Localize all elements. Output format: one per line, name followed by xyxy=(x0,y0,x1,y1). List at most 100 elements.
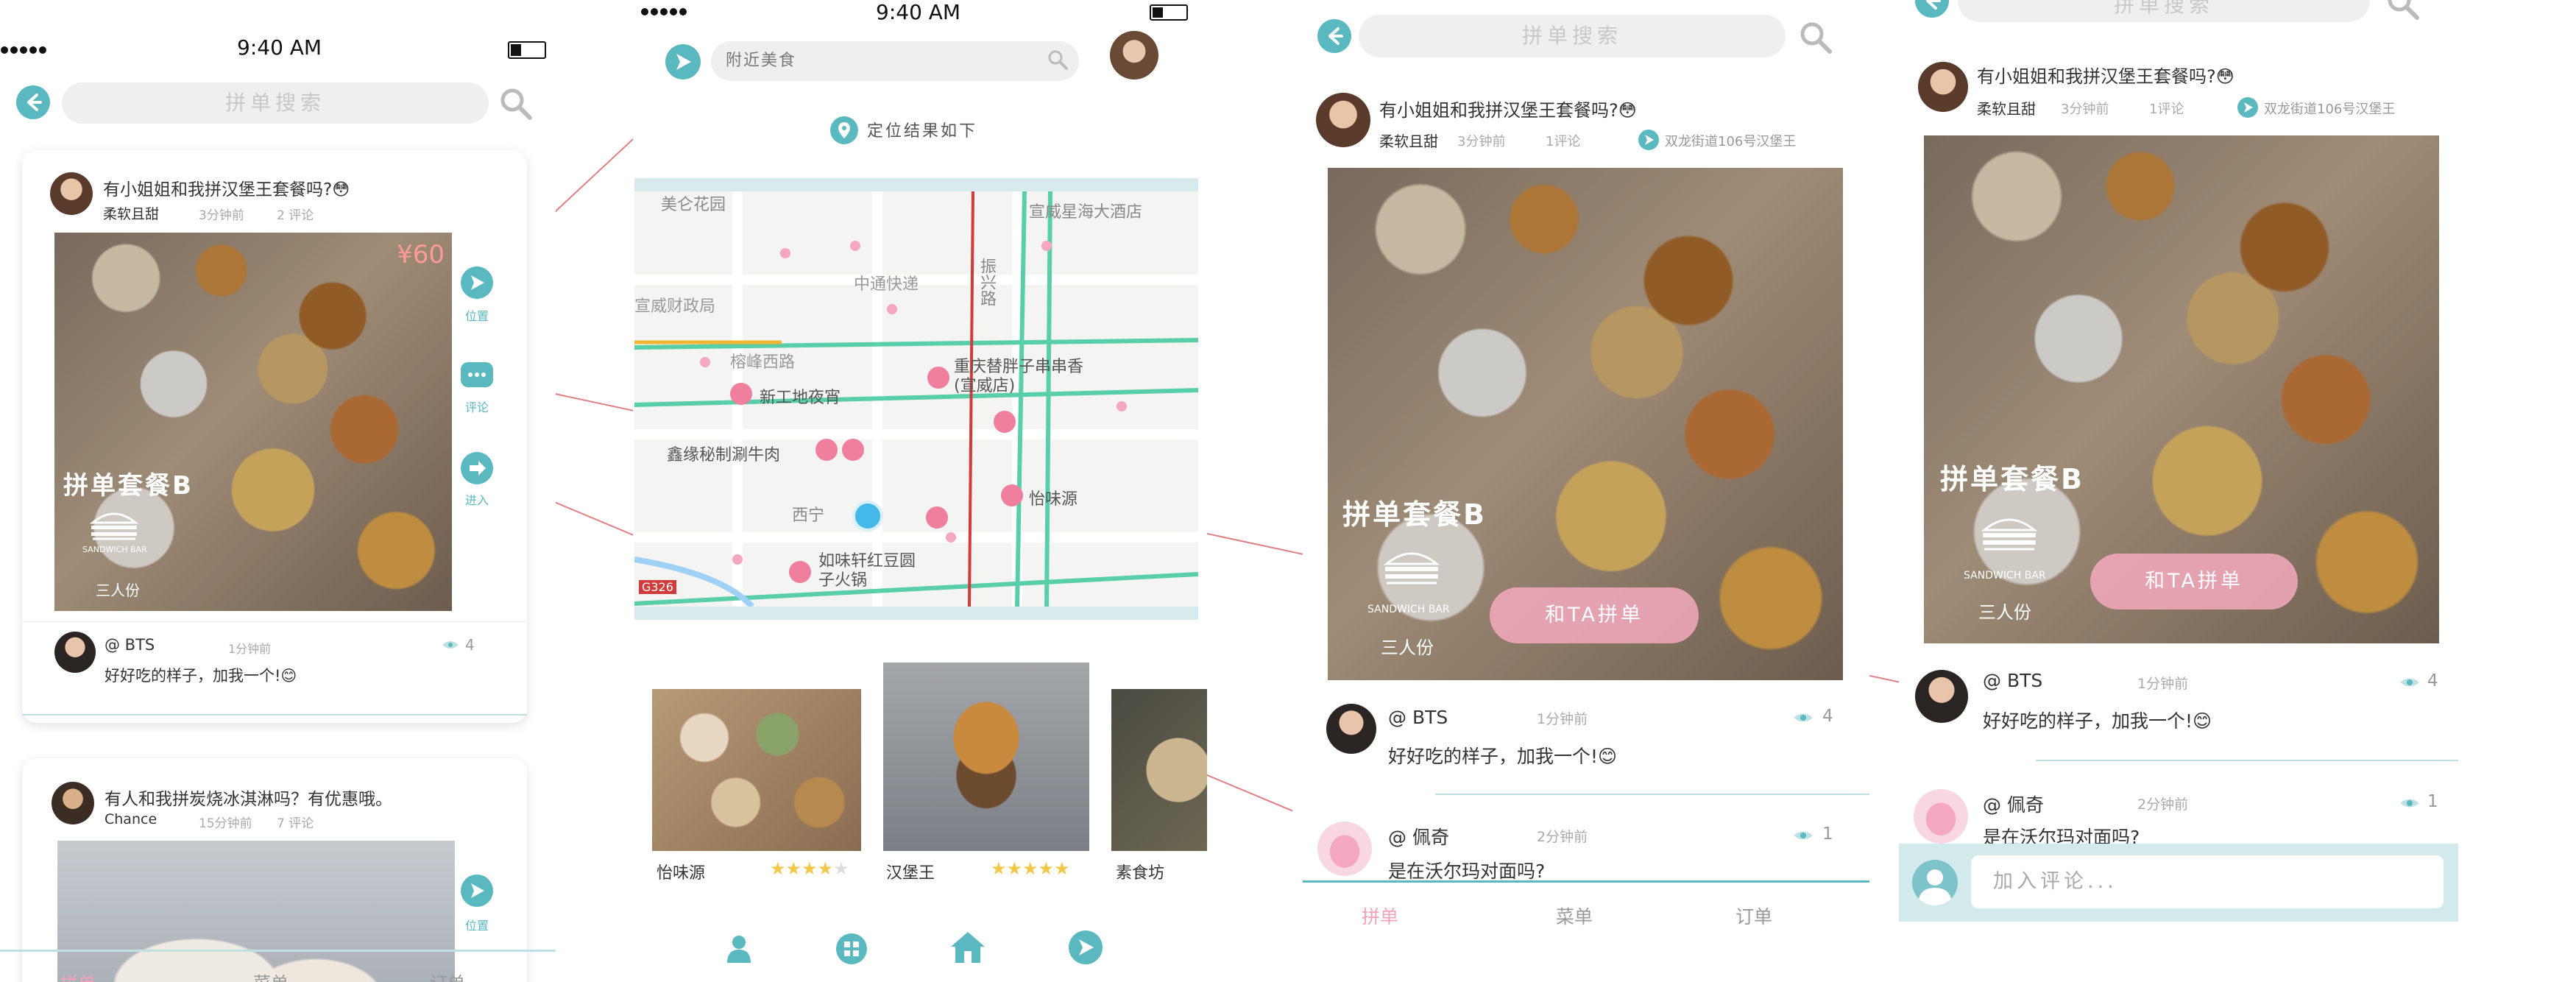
tab-orders[interactable]: 订单 xyxy=(1735,902,1772,929)
search-icon[interactable] xyxy=(1797,19,1834,56)
eye-icon xyxy=(2399,676,2420,689)
post-title: 有小姐姐和我拼汉堡王套餐吗?😳 xyxy=(1379,100,1637,121)
star-icon: ★ xyxy=(991,858,1007,879)
comment-time: 1分钟前 xyxy=(2137,676,2189,692)
restaurant-name[interactable]: 素食坊 xyxy=(1116,860,1164,883)
post-user[interactable]: 柔软且甜 xyxy=(103,203,159,223)
search-input[interactable]: 拼单搜索 xyxy=(1958,0,2370,22)
star-icon: ★ xyxy=(817,858,834,879)
home-icon[interactable] xyxy=(949,930,986,964)
location-icon[interactable] xyxy=(1638,130,1659,150)
search-icon[interactable] xyxy=(1047,49,1070,72)
tab-orders[interactable]: 订单 xyxy=(430,969,465,982)
comment-views: 4 xyxy=(1822,707,1833,726)
restaurant-name[interactable]: 怡味源 xyxy=(657,860,705,883)
post-user[interactable]: 柔软且甜 xyxy=(1379,130,1438,151)
map[interactable]: 美仑花园 宣威星海大酒店 中通快递 振兴路 宣威财政局 榕峰西路 新工地夜宵 重… xyxy=(634,178,1198,620)
location-icon[interactable] xyxy=(665,44,701,80)
comment-divider xyxy=(1435,794,1869,795)
post-image[interactable]: 拼单套餐B SANDWICH BAR 三人份 和TA拼单 xyxy=(1924,135,2439,643)
location-icon[interactable] xyxy=(2237,97,2258,118)
star-icon: ★ xyxy=(1006,858,1023,879)
avatar[interactable] xyxy=(50,172,93,215)
back-icon[interactable] xyxy=(1317,19,1351,53)
grid-icon[interactable] xyxy=(836,933,867,964)
pin-icon xyxy=(830,116,858,144)
post-location[interactable]: 双龙街道106号汉堡王 xyxy=(2264,99,2395,118)
join-button[interactable]: 和TA拼单 xyxy=(2090,554,2298,610)
restaurant-marker[interactable] xyxy=(994,411,1016,433)
location-nav-icon[interactable] xyxy=(1069,930,1103,964)
map-label: 宣威财政局 xyxy=(634,297,716,316)
avatar[interactable] xyxy=(1317,822,1372,876)
map-label: 振兴路 xyxy=(977,258,996,306)
avatar[interactable] xyxy=(1316,93,1370,147)
tab-menu[interactable]: 菜单 xyxy=(253,969,289,982)
restaurant-image[interactable] xyxy=(883,663,1089,851)
restaurant-marker[interactable] xyxy=(815,439,838,461)
star-icon: ★ xyxy=(770,858,786,879)
restaurant-marker[interactable] xyxy=(1001,484,1023,506)
avatar[interactable] xyxy=(54,632,96,673)
restaurant-marker[interactable] xyxy=(730,383,752,405)
enter-action-label[interactable]: 进入 xyxy=(465,490,489,508)
avatar[interactable] xyxy=(1326,704,1376,754)
back-icon[interactable] xyxy=(16,85,50,119)
search-input[interactable]: 附近美食 xyxy=(711,41,1079,81)
location-action-label[interactable]: 位置 xyxy=(465,916,489,933)
tab-pindan[interactable]: 拼单 xyxy=(1362,902,1398,929)
star-icon: ★ xyxy=(785,858,802,879)
avatar[interactable] xyxy=(1110,31,1158,80)
location-action-label[interactable]: 位置 xyxy=(465,306,489,324)
avatar[interactable] xyxy=(52,782,94,824)
location-icon[interactable] xyxy=(461,266,493,299)
post-time: 3分钟前 xyxy=(1457,134,1506,149)
restaurant-image[interactable] xyxy=(652,689,861,851)
map-label: 鑫缘秘制涮牛肉 xyxy=(667,446,781,464)
comment-user[interactable]: @ BTS xyxy=(1388,707,1448,728)
signal-icon xyxy=(0,46,53,54)
comment-input[interactable]: 加入评论... xyxy=(1971,855,2444,908)
avatar[interactable] xyxy=(1915,670,1968,723)
join-button[interactable]: 和TA拼单 xyxy=(1490,587,1699,643)
star-icon: ★ xyxy=(1054,858,1070,879)
post-card[interactable]: 有人和我拼炭烧冰淇淋吗？有优惠哦。 Chance 15分钟前 7 评论 xyxy=(22,758,527,982)
search-input[interactable]: 拼单搜索 xyxy=(1359,15,1786,57)
restaurant-marker[interactable] xyxy=(927,367,949,389)
post-location[interactable]: 双龙街道106号汉堡王 xyxy=(1665,131,1796,150)
comment-icon[interactable] xyxy=(461,362,493,387)
enter-icon[interactable] xyxy=(461,452,493,484)
search-input[interactable]: 拼单搜索 xyxy=(62,82,489,124)
comment-action-label[interactable]: 评论 xyxy=(465,398,489,415)
post-card[interactable]: 有小姐姐和我拼汉堡王套餐吗?😳 柔软且甜 3分钟前 2 评论 ¥60 拼单套餐B… xyxy=(22,150,527,723)
post-image[interactable]: 拼单套餐B SANDWICH BAR 三人份 和TA拼单 xyxy=(1328,168,1843,680)
comment-time: 1分钟前 xyxy=(228,642,272,656)
comment-user[interactable]: @ 佩奇 xyxy=(1388,823,1449,849)
tab-pindan[interactable]: 拼单 xyxy=(60,969,96,982)
tab-bar xyxy=(1303,883,1869,982)
avatar[interactable] xyxy=(1918,62,1968,112)
post-image[interactable]: ¥60 拼单套餐B SANDWICH BAR 三人份 xyxy=(54,233,452,611)
comment-user[interactable]: @ BTS xyxy=(1983,670,2042,691)
location-icon[interactable] xyxy=(461,875,493,907)
search-icon[interactable] xyxy=(2385,0,2421,22)
back-icon[interactable] xyxy=(1915,0,1949,18)
restaurant-marker[interactable] xyxy=(926,506,948,529)
user-icon[interactable] xyxy=(724,933,754,963)
restaurant-name[interactable]: 汉堡王 xyxy=(886,860,935,883)
post-time: 3分钟前 xyxy=(199,208,244,223)
post-user[interactable]: Chance xyxy=(105,811,157,827)
tab-menu[interactable]: 菜单 xyxy=(1556,902,1593,929)
restaurant-image[interactable] xyxy=(1111,689,1207,851)
map-label: 西宁 xyxy=(792,506,825,525)
post-image[interactable] xyxy=(57,841,455,982)
search-icon[interactable] xyxy=(498,85,534,122)
status-time: 9:40 AM xyxy=(876,0,961,24)
restaurant-marker[interactable] xyxy=(842,439,864,461)
comment-time: 1分钟前 xyxy=(1537,711,1588,727)
comment-user[interactable]: @ BTS xyxy=(105,636,155,654)
comment-user[interactable]: @ 佩奇 xyxy=(1983,791,2044,817)
post-user[interactable]: 柔软且甜 xyxy=(1977,97,2036,119)
avatar[interactable] xyxy=(1914,789,1968,844)
restaurant-marker[interactable] xyxy=(789,561,811,583)
